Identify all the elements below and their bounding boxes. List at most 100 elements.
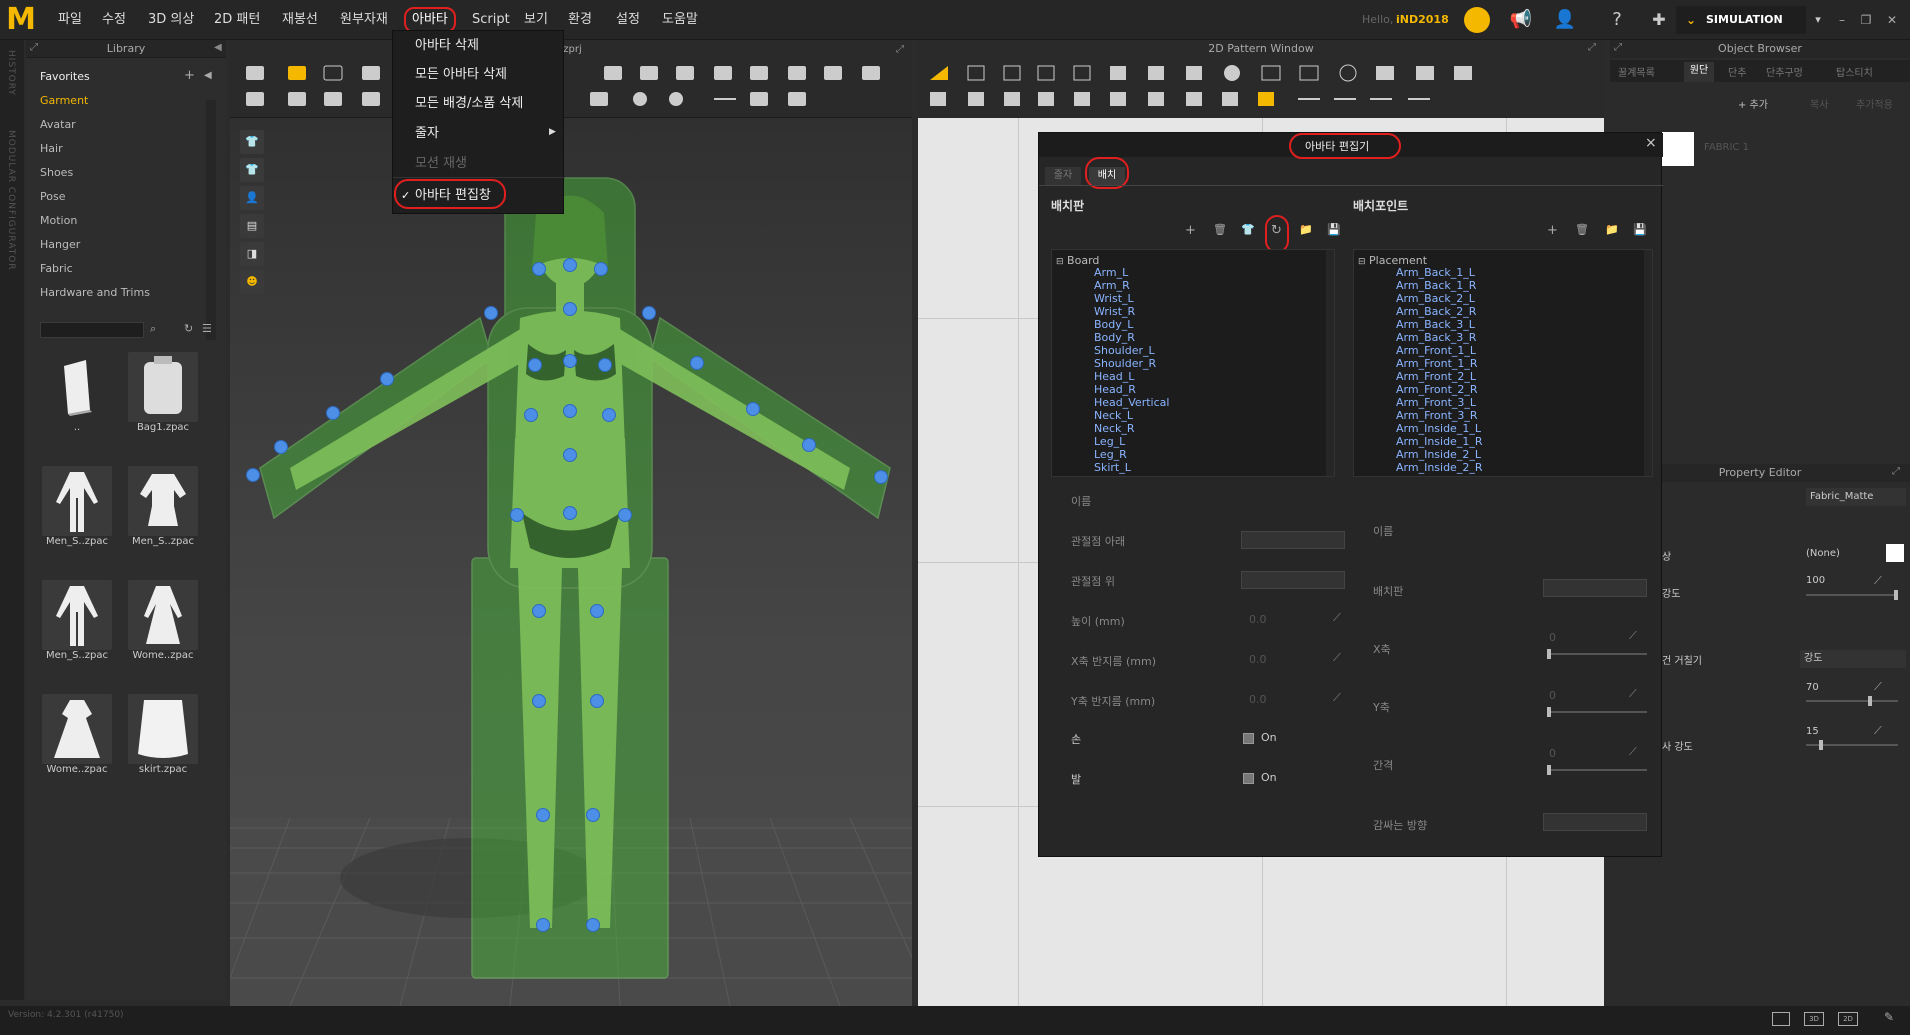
y-radius-value[interactable]: 0.0 <box>1249 693 1267 706</box>
tree-item[interactable]: Arm_Front_2_L <box>1396 370 1476 383</box>
menu-help[interactable]: 도움말 <box>656 0 704 40</box>
tree-item[interactable]: Arm_Front_2_R <box>1396 383 1478 396</box>
puzzle-icon[interactable]: ✚ <box>1646 7 1672 33</box>
menu-settings[interactable]: 설정 <box>610 0 646 40</box>
expand-icon[interactable]: ⤢ <box>896 44 904 55</box>
prop-slider[interactable] <box>1806 696 1898 706</box>
close-icon[interactable]: × <box>1645 135 1657 151</box>
expand-icon[interactable]: ⤢ <box>30 42 38 53</box>
pipette-icon[interactable]: ⟋ <box>1333 651 1341 665</box>
menu-edit[interactable]: 수정 <box>96 0 132 40</box>
tree-item[interactable]: Arm_Back_3_R <box>1396 331 1476 344</box>
x-radius-value[interactable]: 0.0 <box>1249 653 1267 666</box>
library-scrollbar[interactable] <box>206 100 216 340</box>
pipette-icon[interactable]: ⟋ <box>1333 611 1341 625</box>
library-item-hanger[interactable]: Hanger <box>40 238 80 251</box>
library-thumb[interactable]: Men_S..zpac <box>118 466 208 547</box>
placement-point[interactable] <box>590 604 604 618</box>
placement-point[interactable] <box>690 356 704 370</box>
placement-point[interactable] <box>563 404 577 418</box>
placement-point[interactable] <box>594 262 608 276</box>
joint-above-select[interactable] <box>1241 571 1345 589</box>
slider-knob[interactable] <box>1547 649 1551 659</box>
placement-point[interactable] <box>642 306 656 320</box>
favorites-label[interactable]: Favorites <box>40 70 90 83</box>
delete-icon[interactable]: 🗑 <box>1575 223 1589 236</box>
slider-knob[interactable] <box>1547 707 1551 717</box>
y-axis-value[interactable]: 0 <box>1549 689 1556 702</box>
placement-point[interactable] <box>874 470 888 484</box>
tree-item[interactable]: Shoulder_R <box>1094 357 1156 370</box>
placement-point[interactable] <box>586 808 600 822</box>
placement-point[interactable] <box>563 506 577 520</box>
collapse-icon[interactable]: ◀ <box>214 42 222 53</box>
tab-colorway[interactable]: 꿀계목록 <box>1618 64 1655 79</box>
placement-point[interactable] <box>618 508 632 522</box>
tree-item[interactable]: Skirt_L <box>1094 461 1131 474</box>
apply-button[interactable]: 추가적용 <box>1856 96 1893 111</box>
tree-item[interactable]: Leg_L <box>1094 435 1125 448</box>
placement-point[interactable] <box>746 402 760 416</box>
wrap-direction-select[interactable] <box>1543 813 1647 831</box>
placement-point[interactable] <box>536 808 550 822</box>
x-axis-slider[interactable] <box>1547 649 1647 659</box>
user-icon[interactable]: 👤 <box>1552 7 1578 33</box>
library-thumb[interactable]: .. <box>32 352 122 433</box>
slider-knob[interactable] <box>1868 696 1872 706</box>
hand-checkbox[interactable] <box>1243 733 1254 744</box>
tree-item[interactable]: Arm_Back_1_R <box>1396 279 1476 292</box>
view-3d-icon[interactable]: 3D <box>1804 1012 1824 1026</box>
placement-point[interactable] <box>802 438 816 452</box>
tree-item[interactable]: Head_L <box>1094 370 1134 383</box>
menu-3d-garment[interactable]: 3D 의상 <box>142 0 200 40</box>
tab-tape-measure[interactable]: 줄자 <box>1045 167 1081 185</box>
library-item-hair[interactable]: Hair <box>40 142 63 155</box>
menu-environment[interactable]: 환경 <box>562 0 598 40</box>
tree-root[interactable]: ⊟ Board <box>1056 254 1099 267</box>
expand-icon[interactable]: ⤢ <box>1588 42 1596 53</box>
slider-knob[interactable] <box>1819 740 1823 750</box>
placement-point[interactable] <box>528 358 542 372</box>
library-item-shoes[interactable]: Shoes <box>40 166 73 179</box>
copy-button[interactable]: 복사 <box>1810 96 1828 111</box>
placement-point[interactable] <box>563 258 577 272</box>
library-thumb[interactable]: Men_S..zpac <box>32 580 122 661</box>
minimize-icon[interactable]: – <box>1832 10 1852 30</box>
tree-item[interactable]: Neck_R <box>1094 422 1135 435</box>
save-icon[interactable]: 💾 <box>1633 223 1647 236</box>
prop-slider[interactable] <box>1806 590 1898 600</box>
tree-item[interactable]: Arm_Back_3_L <box>1396 318 1475 331</box>
tree-item[interactable]: Wrist_L <box>1094 292 1134 305</box>
add-icon[interactable]: + <box>184 68 195 83</box>
menu-materials[interactable]: 원부자재 <box>334 0 394 40</box>
avatar-skin-icon[interactable]: ☻ <box>240 270 264 294</box>
save-icon[interactable]: 💾 <box>1327 223 1341 236</box>
placement-point[interactable] <box>590 694 604 708</box>
fabric-swatch[interactable] <box>1660 132 1694 166</box>
color-swatch[interactable] <box>1886 544 1904 562</box>
close-icon[interactable]: ✕ <box>1882 10 1902 30</box>
placement-point[interactable] <box>510 508 524 522</box>
library-thumb[interactable]: Wome..zpac <box>32 694 122 775</box>
tab-button[interactable]: 단추 <box>1728 64 1746 79</box>
pipette-icon[interactable]: ⟋ <box>1874 574 1882 588</box>
fabric-type-select[interactable]: Fabric_Matte <box>1806 488 1906 506</box>
tree-item[interactable]: Body_L <box>1094 318 1133 331</box>
spacing-value[interactable]: 0 <box>1549 747 1556 760</box>
menu-item-delete-all-avatars[interactable]: 모든 아바타 삭제 <box>393 60 565 89</box>
add-fabric-button[interactable]: + 추가 <box>1738 96 1768 111</box>
placement-point[interactable] <box>524 408 538 422</box>
folder-icon[interactable]: 📁 <box>1299 223 1313 236</box>
library-thumb[interactable]: skirt.zpac <box>118 694 208 775</box>
add-icon[interactable]: + <box>1185 223 1196 238</box>
library-item-motion[interactable]: Motion <box>40 214 77 227</box>
tree-item[interactable]: Arm_Back_1_L <box>1396 266 1475 279</box>
tree-item[interactable]: Arm_Front_1_L <box>1396 344 1476 357</box>
board-select[interactable] <box>1543 579 1647 597</box>
back-icon[interactable]: ◀ <box>204 70 212 81</box>
menu-2d-pattern[interactable]: 2D 패턴 <box>208 0 266 40</box>
tree-item[interactable]: Leg_R <box>1094 448 1127 461</box>
library-item-hardware[interactable]: Hardware and Trims <box>40 286 150 299</box>
garment-texture-icon[interactable]: 👕 <box>240 158 264 182</box>
placement-point[interactable] <box>326 406 340 420</box>
